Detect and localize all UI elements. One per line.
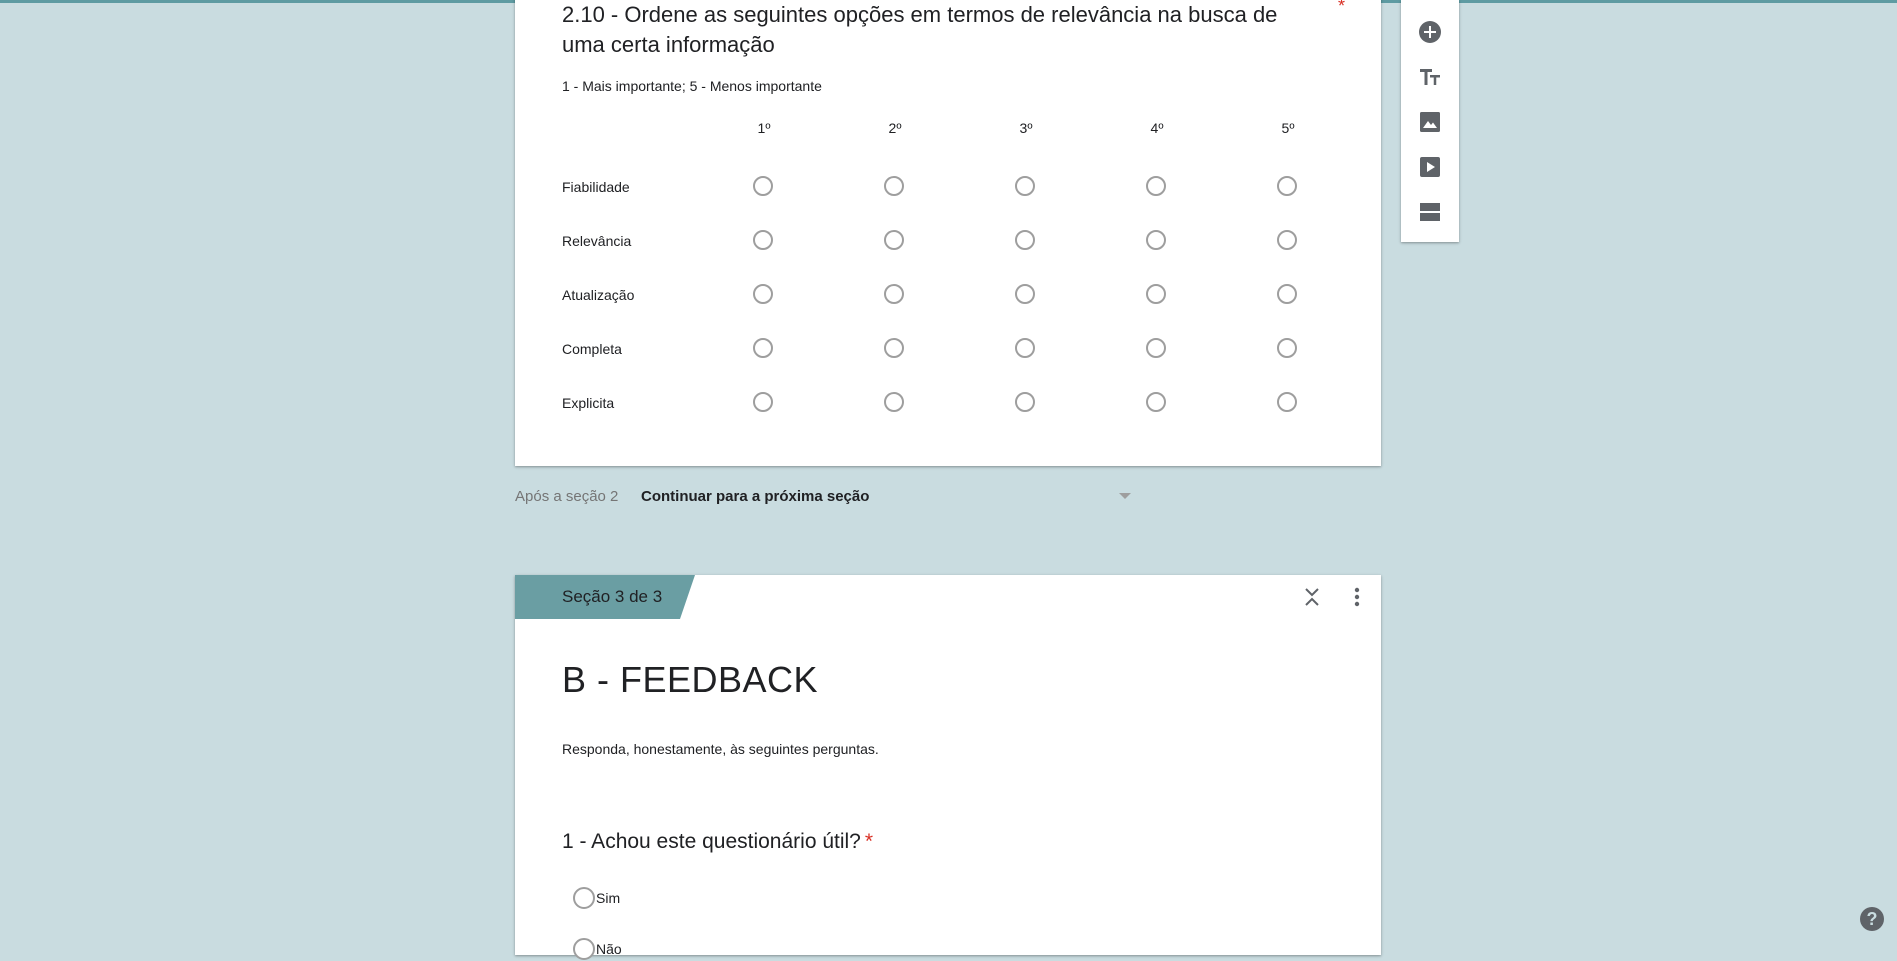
grid-radio[interactable] — [753, 284, 773, 304]
grid-radio[interactable] — [1277, 230, 1297, 250]
section-description[interactable]: Responda, honestamente, às seguintes per… — [562, 741, 879, 757]
grid-row: Relevância — [515, 222, 1381, 262]
option-radio[interactable] — [573, 887, 595, 909]
row-label: Completa — [562, 341, 622, 357]
option-label: Não — [596, 941, 622, 957]
grid-radio[interactable] — [1015, 284, 1035, 304]
grid-radio[interactable] — [1277, 176, 1297, 196]
grid-radio[interactable] — [884, 284, 904, 304]
add-section-icon[interactable] — [1416, 198, 1444, 226]
grid-row: Completa — [515, 330, 1381, 370]
question-description[interactable]: 1 - Mais importante; 5 - Menos important… — [562, 78, 822, 94]
option-sim[interactable]: Sim — [562, 886, 862, 910]
row-label: Fiabilidade — [562, 179, 630, 195]
section-tab-label: Seção 3 de 3 — [562, 587, 663, 606]
add-image-icon[interactable] — [1416, 108, 1444, 136]
add-title-icon[interactable] — [1416, 63, 1444, 91]
required-marker: * — [1337, 0, 1345, 16]
grid-radio[interactable] — [884, 392, 904, 412]
after-section-label: Após a seção 2 — [515, 488, 619, 505]
grid-radio[interactable] — [884, 338, 904, 358]
option-label: Sim — [596, 890, 621, 906]
grid-radio[interactable] — [1277, 338, 1297, 358]
grid-radio[interactable] — [753, 392, 773, 412]
grid-radio[interactable] — [1146, 176, 1166, 196]
grid-column-header: 1º 2º 3º 4º 5º — [515, 120, 1381, 144]
grid-row: Fiabilidade — [515, 168, 1381, 208]
help-icon[interactable]: ? — [1860, 907, 1884, 931]
after-section-nav: Após a seção 2 Continuar para a próxima … — [515, 486, 1135, 506]
grid-radio[interactable] — [1015, 338, 1035, 358]
grid-radio[interactable] — [1146, 392, 1166, 412]
row-label: Relevância — [562, 233, 632, 249]
grid-radio[interactable] — [1015, 176, 1035, 196]
grid-radio[interactable] — [1277, 392, 1297, 412]
grid-radio[interactable] — [1146, 284, 1166, 304]
row-label: Explicita — [562, 395, 615, 411]
grid-radio[interactable] — [1146, 338, 1166, 358]
grid-radio[interactable] — [884, 230, 904, 250]
column-label-3: 3º — [1019, 120, 1033, 136]
column-label-1: 1º — [757, 120, 771, 136]
after-section-select[interactable]: Continuar para a próxima seção — [641, 488, 869, 505]
column-label-4: 4º — [1150, 120, 1164, 136]
question-card-2-10[interactable]: 2.10 - Ordene as seguintes opções em ter… — [515, 0, 1381, 466]
side-toolbar — [1401, 0, 1459, 242]
grid-radio[interactable] — [753, 176, 773, 196]
column-label-5: 5º — [1281, 120, 1295, 136]
grid-radio[interactable] — [884, 176, 904, 196]
grid-radio[interactable] — [753, 230, 773, 250]
question-title-text: 1 - Achou este questionário útil? — [562, 830, 861, 853]
option-radio[interactable] — [573, 938, 595, 960]
section-title[interactable]: B - FEEDBACK — [562, 659, 818, 701]
dropdown-caret-icon[interactable] — [1119, 493, 1131, 499]
section-card-3: Seção 3 de 3 B - FEEDBACK Responda, hone… — [515, 575, 1381, 960]
add-video-icon[interactable] — [1416, 153, 1444, 181]
add-question-icon[interactable] — [1416, 18, 1444, 46]
grid-radio[interactable] — [1015, 230, 1035, 250]
grid-row: Explicita — [515, 384, 1381, 424]
question-title[interactable]: 1 - Achou este questionário útil? * — [562, 830, 873, 854]
question-title[interactable]: 2.10 - Ordene as seguintes opções em ter… — [562, 0, 1322, 60]
column-label-2: 2º — [888, 120, 902, 136]
grid-radio[interactable] — [753, 338, 773, 358]
required-marker: * — [864, 830, 874, 853]
grid-radio[interactable] — [1277, 284, 1297, 304]
more-options-icon[interactable] — [1345, 585, 1369, 609]
section-tab: Seção 3 de 3 — [515, 575, 695, 619]
grid-radio[interactable] — [1015, 392, 1035, 412]
option-nao[interactable]: Não — [562, 937, 862, 961]
grid-row: Atualização — [515, 276, 1381, 316]
grid-radio[interactable] — [1146, 230, 1166, 250]
collapse-section-icon[interactable] — [1300, 585, 1324, 609]
row-label: Atualização — [562, 287, 635, 303]
